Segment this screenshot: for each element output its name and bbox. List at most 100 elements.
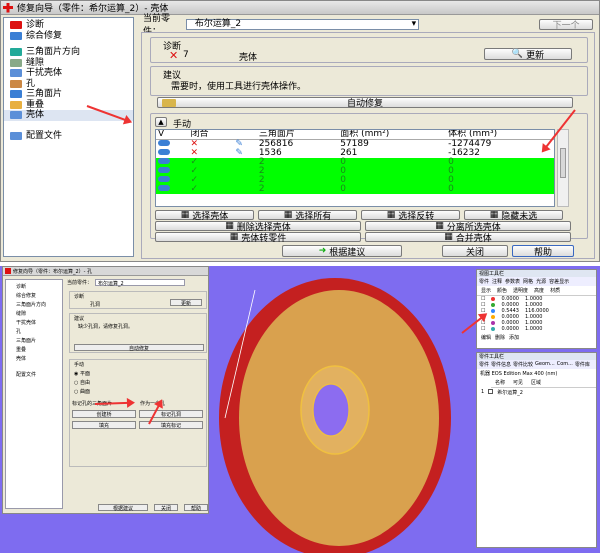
bottom-manual-button[interactable]: 标记孔洞 (139, 410, 203, 418)
tree-item-4[interactable]: 干扰壳体 (4, 68, 133, 79)
rptabs-item[interactable]: 网格 (523, 278, 533, 285)
rpbtns-item[interactable]: 编辑 (481, 334, 491, 341)
rptabs-item[interactable]: 容差显示 (549, 278, 569, 285)
shell-icon (10, 69, 22, 77)
table-row[interactable]: ✓ 2 0 0 (156, 185, 554, 194)
table-row[interactable]: ✓ 2 0 0 (156, 158, 554, 167)
buttons_row1-1[interactable]: ▦ 选择所有 (258, 210, 357, 222)
part-row[interactable]: 1 希尔运算_2 (477, 388, 596, 397)
tree-item-3[interactable]: 缝隙 (4, 58, 133, 69)
tree-item-0[interactable]: 诊断 (4, 20, 133, 31)
bottom-manual-button[interactable]: 填充 (72, 421, 136, 429)
rpcols-item[interactable]: 显示 (481, 287, 491, 294)
rpcols-item[interactable]: 颜色 (497, 287, 507, 294)
manual-toggle[interactable]: ▲ (155, 117, 167, 127)
scrollbar-thumb[interactable] (560, 148, 566, 178)
buttons_row2-1[interactable]: ▦ 分离所选壳体 (365, 221, 571, 233)
current-part-select[interactable]: 布尔运算_2 ▾ (185, 18, 420, 30)
radio-option[interactable]: ◉ 平面 (74, 370, 90, 377)
shell-icon (158, 140, 170, 146)
rptabs-item[interactable]: 光源 (536, 278, 546, 285)
bottom-current-part-select[interactable]: 布尔运算_2 (95, 279, 186, 287)
rp2tabs-item[interactable]: 零件比较 (513, 361, 533, 368)
tree-item-label: 诊断 (26, 20, 45, 30)
rpcols-item[interactable]: 材质 (550, 287, 560, 294)
repair-wizard-dialog-bottom: 修复向导（零件：布尔运算_2）- 孔 诊断 综合修复 三角面片方向 缝隙 干扰壳体孔三角… (2, 266, 209, 514)
pencil-icon[interactable]: ✎ (235, 148, 243, 158)
bottom-tree-item[interactable]: 壳体 (6, 354, 62, 363)
pcols-item[interactable]: 可见 (513, 379, 523, 386)
column-header-0[interactable]: V (156, 130, 189, 140)
auto-fix-button[interactable]: 自动修复 (157, 97, 573, 109)
machine-value[interactable]: EOS Edition Max 400 (nm) (492, 371, 558, 377)
buttons_row3-1[interactable]: ▦ 合并壳体 (365, 232, 571, 244)
update-button[interactable]: 🔍 更新 (484, 48, 572, 61)
tree-item-label: 三角面片方向 (26, 47, 81, 57)
diagnosis-item: 壳体 (239, 53, 258, 63)
buttons_row2-0[interactable]: ▦ 删除选择壳体 (155, 221, 361, 233)
pcols-item[interactable]: 名称 (495, 379, 505, 386)
next-button[interactable]: 下一个 (539, 18, 593, 31)
shell-icon (158, 176, 170, 182)
tree-item-1[interactable]: 综合修复 (4, 31, 133, 42)
close-button[interactable]: 关闭 (442, 245, 508, 258)
table-row[interactable]: ✓ 2 0 0 (156, 167, 554, 176)
rpbtns-item[interactable]: 删除 (495, 334, 505, 341)
bottom-tree-item[interactable]: 三角面片方向 (6, 300, 62, 309)
bottom-apply-button[interactable]: 根据建议 (98, 504, 148, 512)
bottom-manual-group: 手动 ◉ 平面 ○ 自由 ○ 曲面 标记孔的三角面片 作为一个孔 创建桥 标记孔洞 填充… (69, 359, 207, 467)
tree-item-config-file[interactable]: 配置文件 (4, 131, 133, 142)
rpbtns-item[interactable]: 添加 (509, 334, 519, 341)
rp2tabs-item[interactable]: 零件库 (575, 361, 590, 368)
bottom-tree-item[interactable]: 孔 (6, 327, 62, 336)
area-cell: 0 (338, 185, 447, 194)
part-row-checkbox[interactable] (488, 389, 494, 394)
rptabs-item[interactable]: 零件 (479, 278, 489, 285)
rpcols-item[interactable]: 透明度 (513, 287, 528, 294)
table-row[interactable]: ✓ 2 0 0 (156, 176, 554, 185)
apply-suggestion-button[interactable]: ➜ 根据建议 (282, 245, 402, 258)
rp2tabs-item[interactable]: 零件 (479, 361, 489, 368)
radio-option[interactable]: ○ 自由 (74, 379, 90, 386)
rp2tabs-item[interactable]: 零件信息 (491, 361, 511, 368)
bottom-update-button[interactable]: 更新 (170, 299, 202, 307)
config-file-label: 配置文件 (26, 130, 63, 141)
rptabs-item[interactable]: 参数表 (505, 278, 520, 285)
bottom-auto-fix-button[interactable]: 自动修复 (74, 344, 204, 352)
bottom-close-button[interactable]: 关闭 (154, 504, 178, 512)
part-toolbar-tabs: 零件 零件信息 零件比较 Geom... Com... 零件库 (477, 360, 596, 369)
view-toolbar-rows: ☐0.00001.0000☐0.00001.0000☐0.5443116.000… (477, 296, 596, 332)
tree-item-6[interactable]: 三角面片 (4, 89, 133, 100)
buttons_row1-2[interactable]: ▦ 选择反转 (361, 210, 460, 222)
bottom-config-file[interactable]: 配置文件 (6, 371, 62, 378)
row-checkbox[interactable]: ☐ (481, 326, 485, 332)
tree-item-label: 综合修复 (26, 30, 63, 41)
table-row[interactable]: ✕ ✎ 1536 261 -16232 (156, 149, 554, 158)
view-toolbar-buttons: 编辑 删除 添加 (477, 332, 596, 343)
buttons_row1-3[interactable]: ▦ 隐藏未选 (464, 210, 563, 222)
bottom-help-button[interactable]: 帮助 (184, 504, 208, 512)
bottom-tree-item[interactable]: 诊断 (6, 282, 62, 291)
rp2tabs-item[interactable]: Com... (557, 361, 573, 368)
rpcols-item[interactable]: 高度 (534, 287, 544, 294)
auto-fix-icon (162, 99, 176, 107)
bottom-tree-item[interactable]: 重叠 (6, 345, 62, 354)
pcols-item[interactable]: 区域 (531, 379, 541, 386)
buttons_row3-0[interactable]: ▦ 壳体转零件 (155, 232, 361, 244)
tree-item-2[interactable]: 三角面片方向 (4, 47, 133, 58)
help-button[interactable]: 帮助 (512, 245, 574, 258)
buttons_row1-0[interactable]: ▦ 选择壳体 (155, 210, 254, 222)
tree-item-7[interactable]: 重叠 (4, 100, 133, 111)
bottom-tree-item[interactable]: 缝隙 (6, 309, 62, 318)
bottom-manual-button[interactable]: 创建桥 (72, 410, 136, 418)
bottom-tree-item[interactable]: 三角面片 (6, 336, 62, 345)
bottom-tree-item[interactable]: 综合修复 (6, 291, 62, 300)
view-toolbar-title: 视图工具栏 (477, 270, 596, 277)
tree-item-5[interactable]: 孔 (4, 79, 133, 90)
rptabs-item[interactable]: 注释 (492, 278, 502, 285)
rp2tabs-item[interactable]: Geom... (535, 361, 555, 368)
current-part-row: 当前零件： 布尔运算_2 ▾ 下一个 (143, 14, 593, 37)
table-scrollbar[interactable] (557, 129, 569, 207)
bottom-tree-item[interactable]: 干扰壳体 (6, 318, 62, 327)
radio-option[interactable]: ○ 曲面 (74, 388, 90, 395)
